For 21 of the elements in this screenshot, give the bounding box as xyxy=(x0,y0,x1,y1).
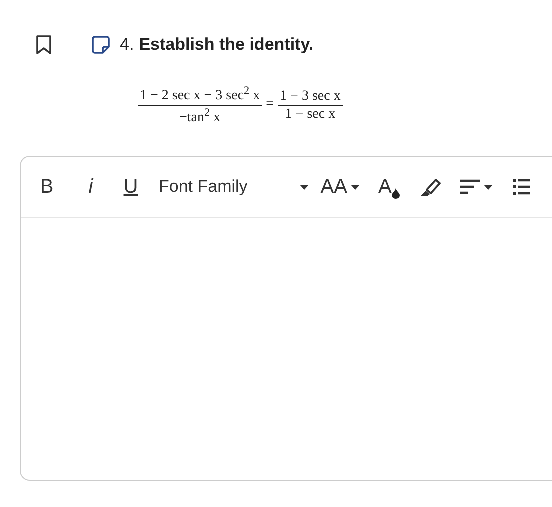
question-number: 4. xyxy=(120,35,134,55)
numerator: 1 − 2 sec x − 3 sec$^{2}$ x xyxy=(138,85,262,106)
equals-sign: = xyxy=(266,96,274,113)
underline-button[interactable]: U xyxy=(115,172,147,203)
caret-icon xyxy=(300,184,309,190)
drop-icon xyxy=(392,188,400,199)
font-family-dropdown[interactable]: Font Family xyxy=(153,173,315,202)
note-icon[interactable] xyxy=(91,35,111,55)
caret-icon xyxy=(351,184,360,190)
align-icon xyxy=(460,179,494,196)
numerator: 1 − 3 sec x xyxy=(278,88,343,106)
font-color-button[interactable]: A xyxy=(372,172,406,203)
denominator: −tan$^{2}$ x xyxy=(178,106,222,126)
answer-editor[interactable]: B i U Font Family AA A xyxy=(20,156,552,482)
font-size-dropdown[interactable]: AA xyxy=(314,172,366,203)
question-title: Establish the identity. xyxy=(139,35,314,55)
numbered-list-icon xyxy=(512,178,530,196)
denominator: 1 − sec x xyxy=(284,106,337,123)
italic-button[interactable]: i xyxy=(75,172,107,203)
bold-button[interactable]: B xyxy=(31,172,63,203)
bookmark-icon[interactable] xyxy=(36,35,52,55)
